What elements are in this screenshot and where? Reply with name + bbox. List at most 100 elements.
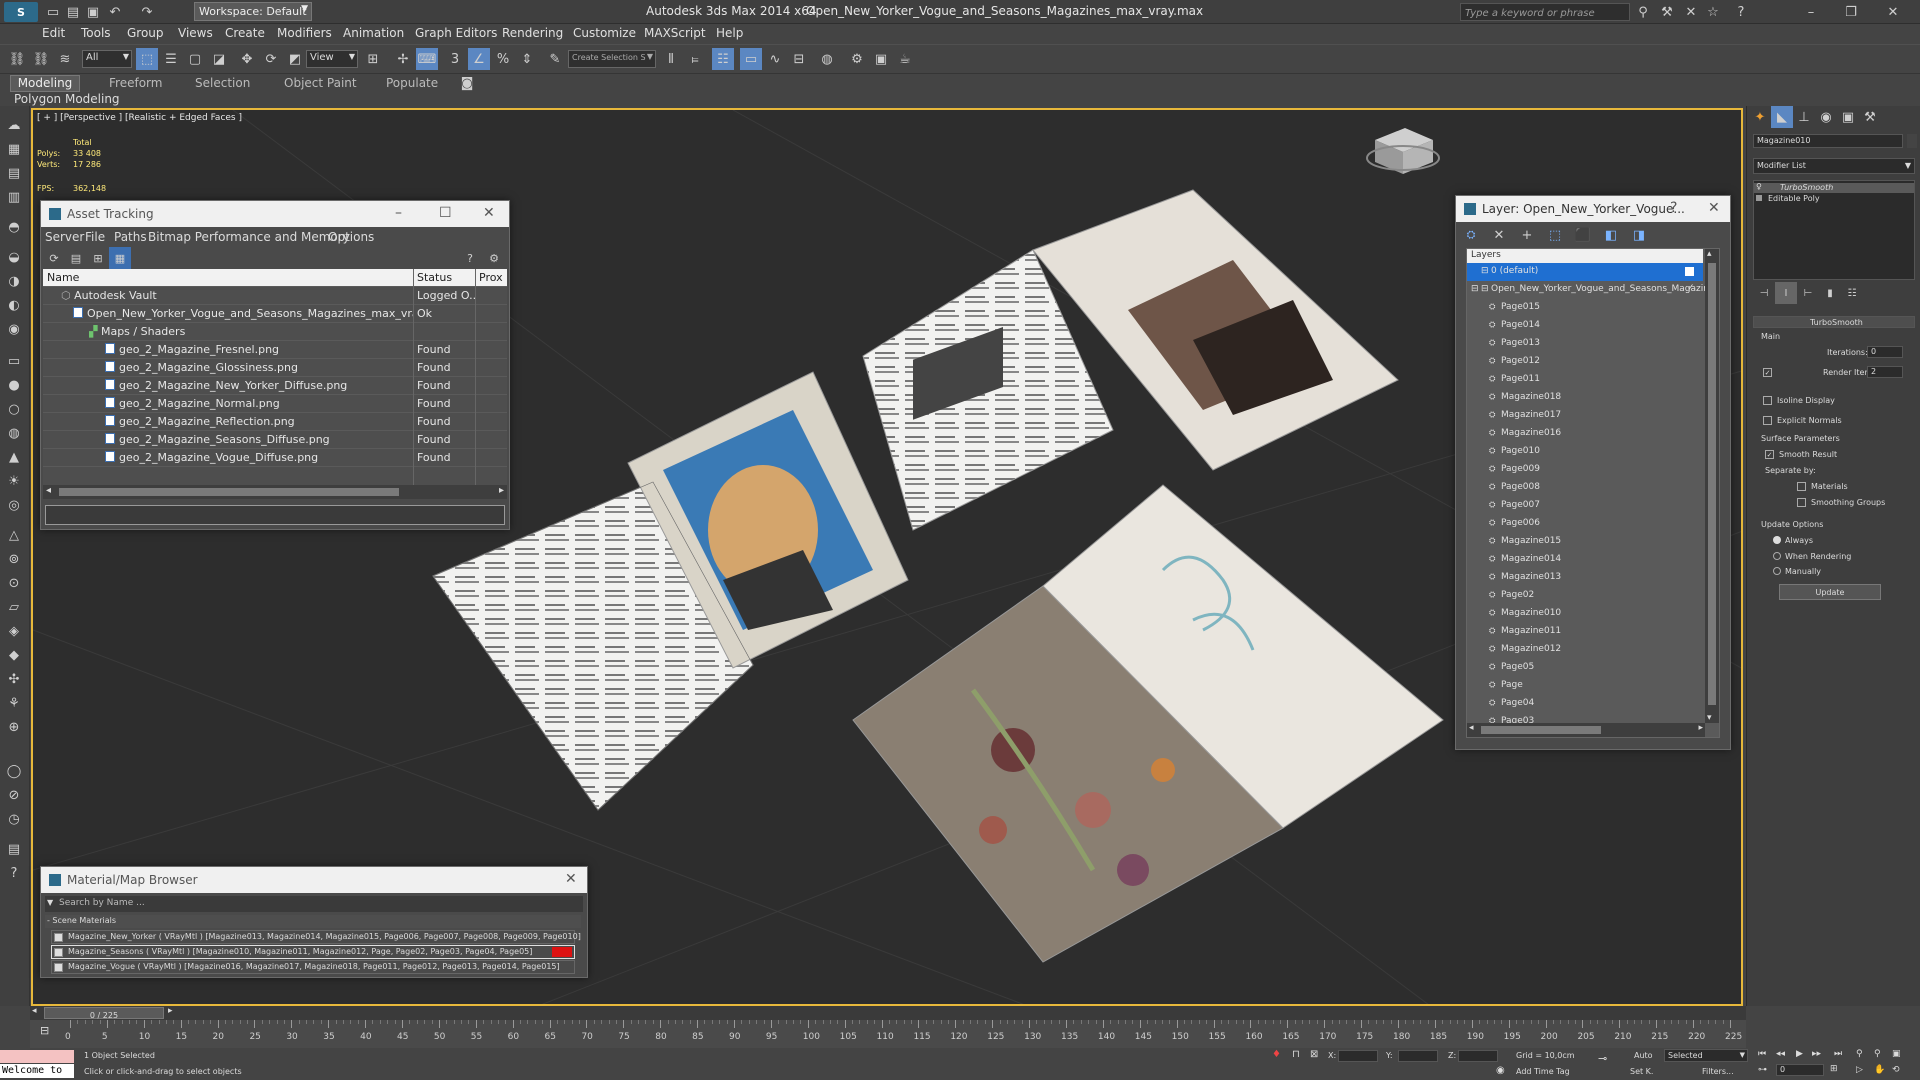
scroll-right-icon[interactable]: ▸ — [499, 485, 504, 496]
select-object-icon[interactable]: ⬚ — [136, 48, 158, 70]
zoom-all-icon[interactable]: ⚲ — [1874, 1049, 1881, 1059]
when-rendering-radio[interactable] — [1773, 552, 1781, 560]
delete-layer-icon[interactable]: ✕ — [1488, 224, 1510, 246]
tube-icon[interactable]: ⊙ — [3, 572, 25, 594]
layer-row[interactable]: ⛭ Page009 — [1467, 461, 1703, 479]
layer-row[interactable]: ⛭ Page05 — [1467, 659, 1703, 677]
material-item-selected[interactable]: Magazine_Seasons ( VRayMtl ) [Magazine01… — [51, 945, 575, 959]
table-view-icon[interactable]: ▦ — [109, 247, 131, 269]
layer-row[interactable]: ⛭ Page012 — [1467, 353, 1703, 371]
star-icon[interactable]: ☆ — [1702, 1, 1724, 23]
ribbon-toggle-icon[interactable]: ▭ — [740, 48, 762, 70]
geosphere-icon[interactable]: ◈ — [3, 620, 25, 642]
help-icon[interactable]: ? — [459, 247, 481, 269]
selection-filter-dropdown[interactable]: All ▼ — [82, 50, 132, 68]
layer-row[interactable]: ⛭ Magazine016 — [1467, 425, 1703, 443]
lock-icon[interactable]: ⊓ — [1292, 1049, 1300, 1060]
table-row[interactable]: geo_2_Magazine_Reflection.png Found — [43, 413, 507, 431]
keyboard-shortcut-icon[interactable]: ⌨ — [416, 48, 438, 70]
close-search-icon[interactable]: ✕ — [1680, 1, 1702, 23]
utilities-icon[interactable]: ◓ — [3, 216, 25, 238]
layer-row[interactable]: ⛭ Magazine018 — [1467, 389, 1703, 407]
isolate-icon[interactable]: ♦ — [1272, 1049, 1281, 1060]
modify-tab-icon[interactable]: ◣ — [1771, 106, 1793, 128]
layer-vertical-scrollbar[interactable]: ▴ ▾ — [1705, 249, 1719, 723]
menu-help[interactable]: Help — [716, 26, 743, 40]
layer-row[interactable]: ⛭ Page010 — [1467, 443, 1703, 461]
layer-row[interactable]: ⛭ Page011 — [1467, 371, 1703, 389]
material-search-input[interactable]: ▼ Search by Name ... — [45, 896, 583, 912]
time-slider-prev-icon[interactable]: ◂ — [32, 1006, 37, 1016]
material-item[interactable]: Magazine_Vogue ( VRayMtl ) [Magazine016,… — [51, 960, 575, 974]
pyramid-icon[interactable]: △ — [3, 524, 25, 546]
move-icon[interactable]: ✥ — [236, 48, 258, 70]
add-layer-icon[interactable]: + — [1516, 224, 1538, 246]
update-button[interactable]: Update — [1779, 584, 1881, 600]
display-tab-icon[interactable]: ▣ — [1837, 106, 1859, 128]
table-row[interactable]: ▞ Maps / Shaders — [43, 323, 507, 341]
next-frame-icon[interactable]: ▸▸ — [1812, 1049, 1821, 1059]
edit-named-selection-icon[interactable]: ✎ — [544, 48, 566, 70]
tab-modeling[interactable]: Modeling — [10, 75, 80, 92]
time-tag-icon[interactable]: ◉ — [1496, 1065, 1505, 1076]
layer-row-scene[interactable]: ⊟ ⊟ Open_New_Yorker_Vogue_and_Seasons_Ma… — [1467, 281, 1719, 299]
snaps-toggle-icon[interactable]: 3 — [444, 48, 466, 70]
trackbar[interactable]: ⊟ 0 5 10 15 20 25 30 35 40 45 50 55 60 65 70 75 80 85 90 95… — [30, 1020, 1746, 1048]
cameras-icon[interactable]: ◉ — [3, 318, 25, 340]
rotate-icon[interactable]: ⟳ — [260, 48, 282, 70]
menu-maxscript[interactable]: MAXScript — [644, 26, 706, 40]
menu-views[interactable]: Views — [178, 26, 213, 40]
asset-menu-options[interactable]: Options — [328, 230, 374, 244]
scroll-thumb[interactable] — [1708, 263, 1716, 705]
save-file-icon[interactable]: ▣ — [82, 1, 104, 23]
curve-editor-mini-icon[interactable]: ⊟ — [40, 1024, 49, 1037]
highlight-layer-icon[interactable]: ⬛ — [1572, 224, 1594, 246]
refresh-icon[interactable]: ⟳ — [43, 247, 65, 269]
layer-row[interactable]: ⛭ Page014 — [1467, 317, 1703, 335]
select-layer-icon[interactable]: ⬚ — [1544, 224, 1566, 246]
tab-populate[interactable]: Populate — [386, 76, 438, 92]
scale-icon[interactable]: ◩ — [284, 48, 306, 70]
layer-horizontal-scrollbar[interactable]: ◂ ▸ — [1467, 723, 1705, 737]
undo-icon[interactable]: ↶ — [104, 1, 126, 23]
smooth-result-checkbox[interactable]: ✓ — [1765, 450, 1774, 459]
hierarchy-tab-icon[interactable]: ⊥ — [1793, 106, 1815, 128]
percent-snap-icon[interactable]: % — [492, 48, 514, 70]
asset-menu-server[interactable]: Server — [45, 230, 84, 244]
link-icon[interactable]: ⛓ — [6, 48, 28, 70]
key-icon[interactable]: ⊸ — [1598, 1052, 1607, 1065]
scroll-thumb[interactable] — [59, 488, 399, 496]
layer-row[interactable]: ⛭ Page013 — [1467, 335, 1703, 353]
menu-create[interactable]: Create — [225, 26, 265, 40]
view-cube[interactable] — [1366, 128, 1440, 174]
zoom-extents-icon[interactable]: ▣ — [1892, 1049, 1901, 1059]
spinner-snap-icon[interactable]: ⇕ — [516, 48, 538, 70]
tab-object-paint[interactable]: Object Paint — [284, 76, 357, 92]
search-input[interactable]: Type a keyword or phrase — [1460, 3, 1630, 21]
new-file-icon[interactable]: ▭ — [42, 1, 64, 23]
sun-icon[interactable]: ☀ — [3, 470, 25, 492]
menu-edit[interactable]: Edit — [42, 26, 65, 40]
materials-checkbox[interactable] — [1797, 482, 1806, 491]
table-row[interactable]: ⬡ Autodesk Vault Logged O... — [43, 287, 507, 305]
box-icon[interactable]: ● — [3, 374, 25, 396]
time-slider-next-icon[interactable]: ▸ — [168, 1006, 173, 1016]
absolute-mode-icon[interactable]: ⊠ — [1310, 1049, 1318, 1060]
layer-row[interactable]: ⛭ Magazine011 — [1467, 623, 1703, 641]
table-row[interactable]: geo_2_Magazine_New_Yorker_Diffuse.png Fo… — [43, 377, 507, 395]
set-key-button[interactable]: Set K. — [1630, 1067, 1653, 1076]
scroll-left-icon[interactable]: ◂ — [46, 485, 51, 496]
material-item[interactable]: Magazine_New_Yorker ( VRayMtl ) [Magazin… — [51, 930, 581, 944]
layer-row[interactable]: ⛭ Magazine013 — [1467, 569, 1703, 587]
scroll-left-icon[interactable]: ◂ — [1469, 723, 1474, 733]
tab-freeform[interactable]: Freeform — [109, 76, 162, 92]
maxscript-listener[interactable] — [0, 1050, 74, 1063]
time-config-icon[interactable]: ⊞ — [1830, 1064, 1838, 1074]
pan-icon[interactable]: ✋ — [1874, 1065, 1885, 1075]
zoom-icon[interactable]: ⚲ — [1856, 1049, 1863, 1059]
motion-tab-icon[interactable]: ◉ — [1815, 106, 1837, 128]
material-browser-titlebar[interactable]: Material/Map Browser ✕ — [41, 867, 587, 893]
maximize-icon[interactable]: ❐ — [1840, 1, 1862, 23]
scroll-down-icon[interactable]: ▾ — [1707, 713, 1712, 723]
unlink-icon[interactable]: ⛓ — [30, 48, 52, 70]
